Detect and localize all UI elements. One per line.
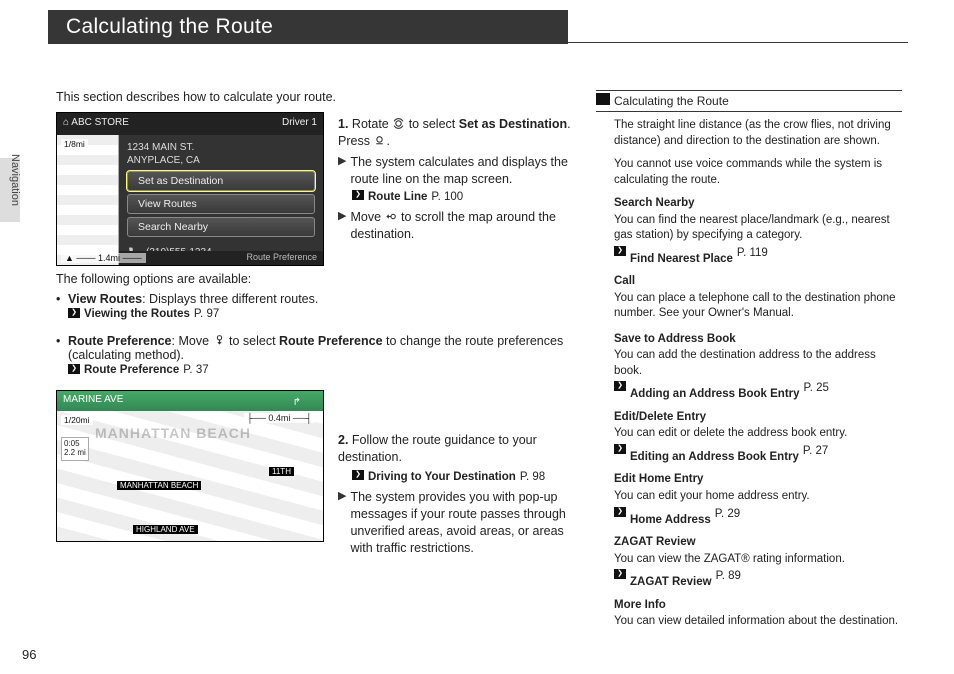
sb-call-h: Call <box>614 274 902 290</box>
fig1-menu-view-routes: View Routes <box>127 194 315 214</box>
xref-icon: ❯ <box>68 308 80 318</box>
option-view-routes: • View Routes: Displays three different … <box>56 292 576 322</box>
sb-search-nearby-h: Search Nearby <box>614 196 902 212</box>
step-1-sublist: ▶The system calculates and displays the … <box>338 154 576 188</box>
xref-icon: ❯ <box>614 246 626 256</box>
sidebar-heading: Calculating the Route <box>596 90 902 112</box>
step-number: 2. <box>338 433 348 447</box>
xref-viewing-routes: ❯ Viewing the Routes P. 97 <box>68 308 318 320</box>
step-number: 1. <box>338 117 348 131</box>
triangle-icon: ▶ <box>338 489 346 557</box>
sb-edit-h: Edit/Delete Entry <box>614 410 902 426</box>
dial-rotate-icon <box>392 117 405 130</box>
sb-more-h: More Info <box>614 598 902 614</box>
fig1-menu: Set as Destination View Routes Search Ne… <box>119 169 323 242</box>
figure-destination-menu: ⌂ ABC STORE Driver 1 1/8mi 1234 MAIN ST.… <box>56 112 324 266</box>
triangle-icon: ▶ <box>338 209 346 243</box>
sb-home-h: Edit Home Entry <box>614 472 902 488</box>
fig2-zoom-chip: 1/20mi <box>61 415 93 425</box>
fig2-area-label: MANHATTAN BEACH <box>95 425 251 441</box>
chevrons-icon <box>596 93 610 105</box>
step-2: 2. Follow the route guidance to your des… <box>338 432 576 559</box>
xref-icon: ❯ <box>614 569 626 579</box>
fig1-bottom: Route Preference <box>119 251 323 265</box>
page-number: 96 <box>22 647 36 662</box>
fig1-scale: ▲ ─── 1.4mi ─── <box>61 253 146 263</box>
xref-zagat: ❯ZAGAT ReviewP. 89 <box>614 569 902 592</box>
fig1-topbar: ⌂ ABC STORE Driver 1 <box>57 113 323 135</box>
xref-route-preference: ❯ Route Preference P. 37 <box>68 364 576 376</box>
info-sidebar: Calculating the Route The straight line … <box>596 90 902 630</box>
xref-add-address: ❯Adding an Address Book EntryP. 25 <box>614 381 902 404</box>
intro-text: This section describes how to calculate … <box>56 90 576 104</box>
fig1-panel: 1234 MAIN ST. ANYPLACE, CA Set as Destin… <box>119 135 323 265</box>
xref-icon: ❯ <box>614 444 626 454</box>
sb-zagat-h: ZAGAT Review <box>614 535 902 551</box>
fig1-scale-chip: 1/8mi <box>61 139 88 149</box>
road-label: 11TH <box>269 467 294 476</box>
xref-icon: ❯ <box>614 381 626 391</box>
options-list: • View Routes: Displays three different … <box>56 292 576 378</box>
xref-icon: ❯ <box>352 190 364 200</box>
joy-down-icon <box>213 334 226 347</box>
fig2-eta-box: 0:05 2.2 mi <box>61 437 89 461</box>
fig1-menu-search-nearby: Search Nearby <box>127 217 315 237</box>
sidebar-body: The straight line distance (as the crow … <box>596 112 902 629</box>
title-rule <box>568 42 908 43</box>
page-title: Calculating the Route <box>66 15 273 38</box>
road-label: MANHATTAN BEACH <box>117 481 201 490</box>
step-1: 1. Rotate to select Set as Destination. … <box>338 116 576 245</box>
fig1-map <box>57 135 119 265</box>
option-route-preference: • Route Preference: Move to select Route… <box>56 334 576 378</box>
fig1-menu-set-destination: Set as Destination <box>127 171 315 191</box>
joy-left-icon <box>385 210 398 223</box>
manual-page: Calculating the Route Navigation This se… <box>0 0 954 674</box>
xref-home-address: ❯Home AddressP. 29 <box>614 507 902 530</box>
sidebar-p2: You cannot use voice commands while the … <box>614 157 902 188</box>
fig1-address: 1234 MAIN ST. ANYPLACE, CA <box>119 135 323 169</box>
road-label: HIGHLAND AVE <box>133 525 198 534</box>
xref-driving: ❯ Driving to Your Destination P. 98 <box>352 470 576 486</box>
fig1-driver: Driver 1 <box>282 117 317 131</box>
section-tab-label: Navigation <box>0 154 21 169</box>
following-text: The following options are available: <box>56 272 576 286</box>
dial-press-icon <box>373 134 386 147</box>
figure-route-map: MARINE AVE ↱ ├── 0.4mi ──┤ MANHATTAN BEA… <box>56 390 324 542</box>
xref-route-line: ❯ Route Line P. 100 <box>352 190 576 206</box>
page-title-bar: Calculating the Route <box>48 10 568 44</box>
sb-save-h: Save to Address Book <box>614 332 902 348</box>
xref-icon: ❯ <box>352 470 364 480</box>
xref-edit-address: ❯Editing an Address Book EntryP. 27 <box>614 444 902 467</box>
xref-icon: ❯ <box>68 364 80 374</box>
triangle-icon: ▶ <box>338 154 346 188</box>
turn-arrow-icon: ↱ <box>293 397 301 408</box>
sidebar-p1: The straight line distance (as the crow … <box>614 118 902 149</box>
xref-icon: ❯ <box>614 507 626 517</box>
fig2-scale: ├── 0.4mi ──┤ <box>244 413 315 423</box>
fig1-place-name: ⌂ ABC STORE <box>63 117 129 131</box>
fig2-banner: MARINE AVE ↱ <box>57 391 323 411</box>
xref-find-nearest: ❯Find Nearest PlaceP. 119 <box>614 246 902 269</box>
